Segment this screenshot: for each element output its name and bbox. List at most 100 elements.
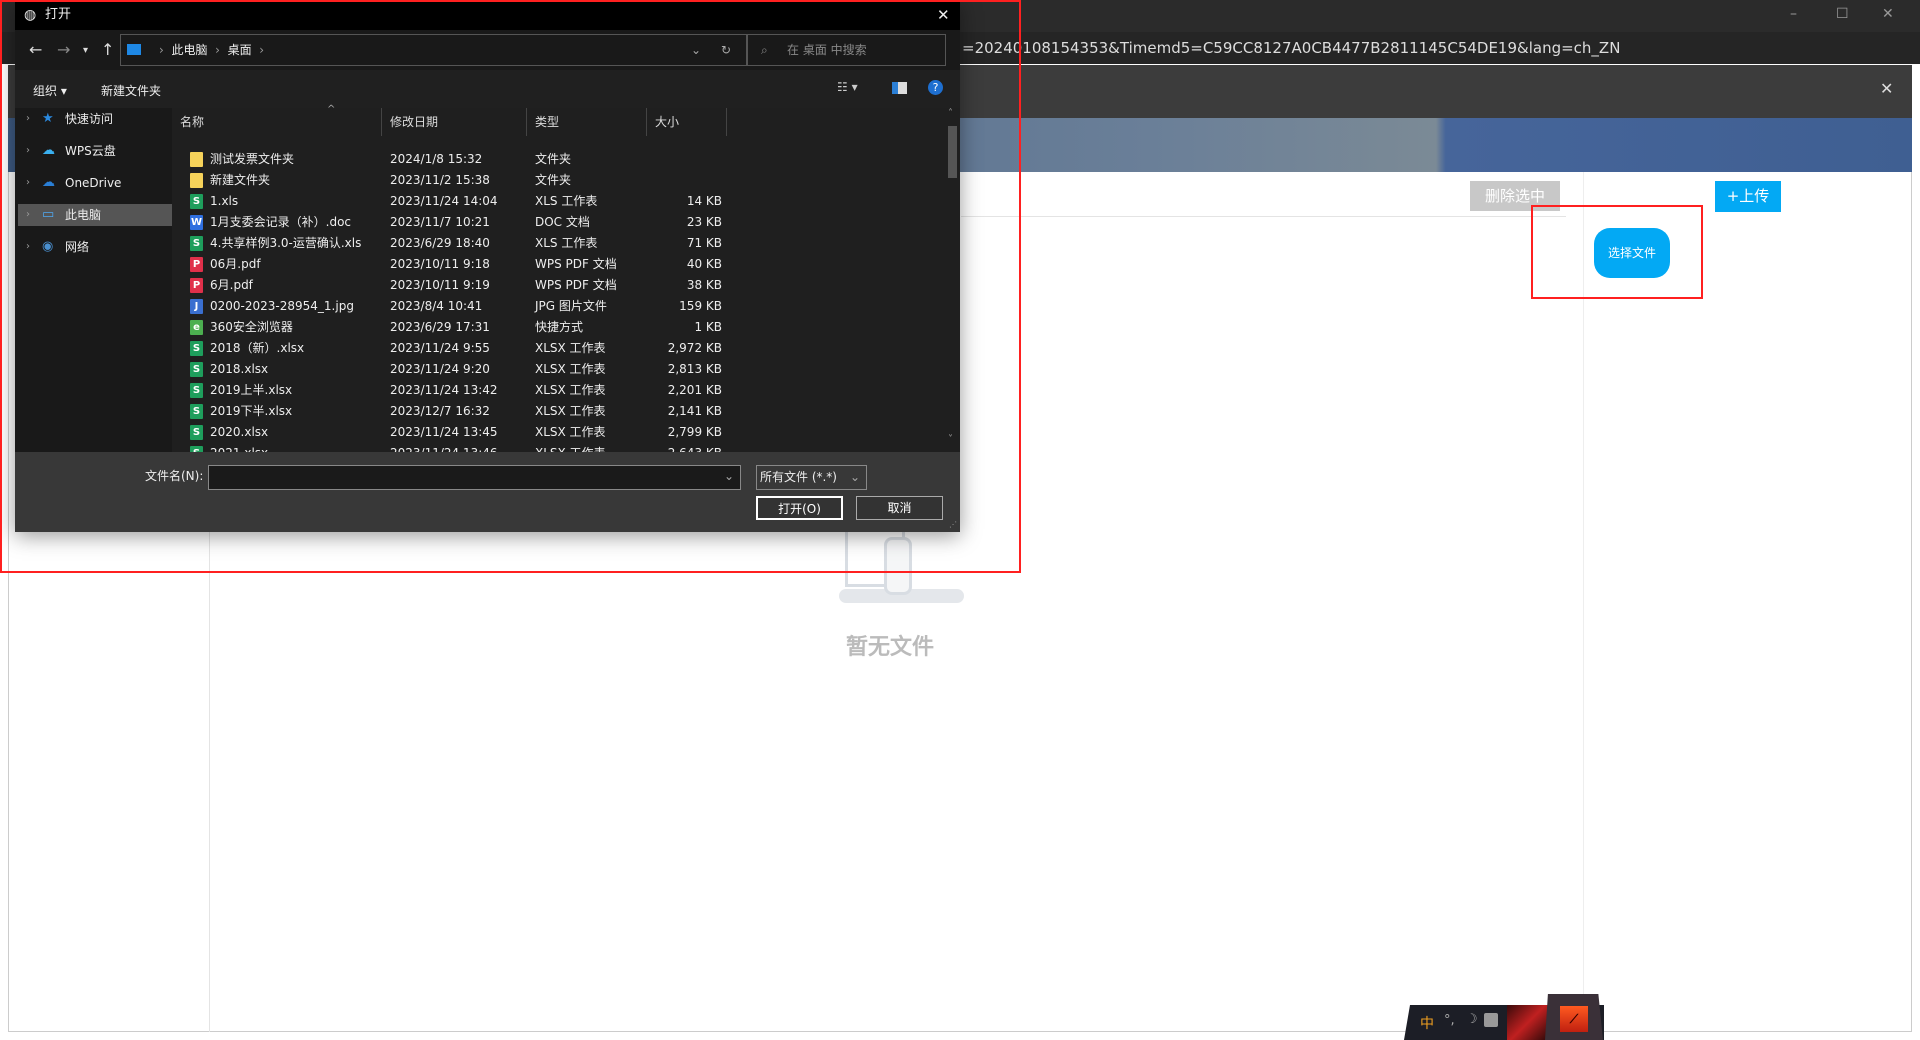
chevron-right-icon[interactable]: ›: [26, 108, 30, 130]
file-type: XLS 工作表: [535, 236, 598, 250]
file-list: 名称 ^ 修改日期 类型 大小 测试发票文件夹 2024/1/8 15:32 文件夹…: [172, 104, 960, 461]
file-size: 40 KB: [686, 257, 722, 271]
file-row[interactable]: W 1月支委会记录（补）.doc 2023/11/7 10:21 DOC 文档 23 K…: [172, 212, 942, 233]
resize-grip-icon[interactable]: ⋰: [949, 520, 957, 529]
file-icon: P: [190, 257, 203, 272]
chevron-down-icon[interactable]: ⌄: [691, 35, 701, 65]
file-type: 文件夹: [535, 173, 572, 187]
forward-arrow-icon[interactable]: →: [57, 40, 70, 59]
file-row[interactable]: e 360安全浏览器 2023/6/29 17:31 快捷方式 1 KB: [172, 317, 942, 338]
dialog-close-button[interactable]: ✕: [937, 0, 950, 30]
file-icon: P: [190, 278, 203, 293]
sidebar-item[interactable]: › ★ 快速访问: [18, 108, 173, 130]
filename-input[interactable]: ⌄: [208, 465, 741, 490]
file-row[interactable]: S 2020.xlsx 2023/11/24 13:45 XLSX 工作表 2,799 …: [172, 422, 942, 443]
file-type: XLSX 工作表: [535, 383, 606, 397]
help-icon[interactable]: ?: [928, 80, 943, 95]
preview-pane-icon[interactable]: [892, 82, 907, 94]
recent-dropdown-icon[interactable]: ▾: [83, 45, 88, 56]
sidebar-item[interactable]: › ☁ OneDrive: [18, 172, 173, 194]
search-input[interactable]: ⌕ 在 桌面 中搜索: [746, 34, 946, 66]
chevron-right-icon[interactable]: ›: [26, 204, 30, 226]
dota-logo: ⟋: [1560, 1006, 1588, 1032]
pc-icon: [127, 44, 141, 55]
up-arrow-icon[interactable]: ↑: [101, 40, 114, 59]
path-bar[interactable]: › 此电脑 › 桌面 › ⌄ ↻: [120, 34, 748, 66]
file-row[interactable]: 测试发票文件夹 2024/1/8 15:32 文件夹: [172, 149, 942, 170]
file-name: 2020.xlsx: [210, 425, 269, 439]
url-text: =20240108154353&Timemd5=C59CC8127A0CB447…: [962, 39, 1621, 57]
dota-icon[interactable]: ⟋: [1545, 994, 1603, 1040]
vertical-scrollbar[interactable]: ˄ ˅: [945, 108, 960, 452]
file-row[interactable]: 新建文件夹 2023/11/2 15:38 文件夹: [172, 170, 942, 191]
search-placeholder: 在 桌面 中搜索: [787, 43, 867, 57]
chevron-right-icon[interactable]: ›: [26, 172, 30, 194]
navigation-pane: › ★ 快速访问 › ☁ WPS云盘 › ☁ OneDrive › ▭ 此电脑 › ◉ 网络: [15, 108, 173, 452]
maximize-button[interactable]: ☐: [1836, 6, 1849, 22]
new-folder-button[interactable]: 新建文件夹: [101, 82, 161, 99]
skin-icon[interactable]: [1484, 1013, 1498, 1027]
file-type: XLSX 工作表: [535, 425, 606, 439]
minimize-button[interactable]: –: [1790, 6, 1797, 22]
chevron-down-icon[interactable]: ⌄: [724, 469, 734, 483]
column-header-date[interactable]: 修改日期: [382, 108, 527, 136]
dialog-titlebar: ◍ 打开 ✕: [15, 0, 960, 30]
file-type: XLSX 工作表: [535, 341, 606, 355]
open-button[interactable]: 打开(O): [756, 496, 843, 520]
sidebar-item-icon: ☁: [42, 175, 55, 190]
file-row[interactable]: S 4.共享样例3.0-运营确认.xls 2023/6/29 18:40 XLS 工作…: [172, 233, 942, 254]
breadcrumb-item[interactable]: 桌面: [228, 43, 252, 57]
file-row[interactable]: P 06月.pdf 2023/10/11 9:18 WPS PDF 文档 40 KB: [172, 254, 942, 275]
window-close-button[interactable]: ✕: [1882, 6, 1894, 22]
sidebar-item[interactable]: › ☁ WPS云盘: [18, 140, 173, 162]
file-row[interactable]: S 2019上半.xlsx 2023/11/24 13:42 XLSX 工作表 2,20…: [172, 380, 942, 401]
divider: [961, 216, 1566, 217]
file-row[interactable]: S 2018.xlsx 2023/11/24 9:20 XLSX 工作表 2,813 K…: [172, 359, 942, 380]
file-icon: e: [190, 320, 203, 335]
sidebar-item[interactable]: › ▭ 此电脑: [18, 204, 173, 226]
file-type: XLS 工作表: [535, 194, 598, 208]
organize-button[interactable]: 组织 ▾: [33, 82, 67, 99]
column-header-size[interactable]: 大小: [647, 108, 727, 136]
sidebar-item-icon: ★: [42, 111, 54, 126]
ime-mode-button[interactable]: 中: [1420, 1013, 1434, 1033]
view-options-icon[interactable]: ☷ ▾: [837, 80, 858, 94]
file-row[interactable]: P 6月.pdf 2023/10/11 9:19 WPS PDF 文档 38 KB: [172, 275, 942, 296]
chevron-right-icon[interactable]: ›: [26, 236, 30, 258]
file-date: 2023/6/29 18:40: [390, 236, 490, 250]
file-icon: S: [190, 383, 203, 398]
refresh-icon[interactable]: ↻: [721, 35, 731, 65]
file-name: 0200-2023-28954_1.jpg: [210, 299, 354, 313]
moon-icon[interactable]: ☽: [1466, 1012, 1478, 1027]
file-icon: S: [190, 341, 203, 356]
file-icon: S: [190, 362, 203, 377]
file-row[interactable]: S 1.xls 2023/11/24 14:04 XLS 工作表 14 KB: [172, 191, 942, 212]
upload-button[interactable]: +上传: [1715, 181, 1781, 212]
file-size: 2,972 KB: [667, 341, 722, 355]
dialog-toolbar: 组织 ▾ 新建文件夹 ☷ ▾ ?: [15, 70, 960, 108]
file-name: 1.xls: [210, 194, 239, 208]
file-name: 2018（新）.xlsx: [210, 341, 305, 355]
back-arrow-icon[interactable]: ←: [29, 40, 42, 59]
scroll-up-icon[interactable]: ˄: [948, 108, 953, 119]
scroll-down-icon[interactable]: ˅: [948, 434, 953, 445]
file-name: 新建文件夹: [210, 173, 271, 187]
file-icon: S: [190, 236, 203, 251]
cancel-button[interactable]: 取消: [856, 496, 943, 520]
punct-button[interactable]: °,: [1444, 1013, 1455, 1028]
column-header-type[interactable]: 类型: [527, 108, 647, 136]
delete-selected-button[interactable]: 删除选中: [1470, 181, 1560, 211]
chevron-right-icon[interactable]: ›: [26, 140, 30, 162]
breadcrumb-item[interactable]: 此电脑: [171, 43, 207, 57]
sidebar-item[interactable]: › ◉ 网络: [18, 236, 173, 258]
file-row[interactable]: S 2018（新）.xlsx 2023/11/24 9:55 XLSX 工作表 2,97…: [172, 338, 942, 359]
file-date: 2023/6/29 17:31: [390, 320, 490, 334]
file-type-select[interactable]: 所有文件 (*.*) ⌄: [756, 465, 867, 490]
file-row[interactable]: J 0200-2023-28954_1.jpg 2023/8/4 10:41 JPG …: [172, 296, 942, 317]
modal-close-button[interactable]: ✕: [1880, 79, 1893, 98]
scrollbar-thumb[interactable]: [948, 126, 957, 178]
file-row[interactable]: S 2019下半.xlsx 2023/12/7 16:32 XLSX 工作表 2,141…: [172, 401, 942, 422]
choose-file-button[interactable]: 选择文件: [1594, 228, 1670, 278]
file-type: XLSX 工作表: [535, 362, 606, 376]
column-header-name[interactable]: 名称: [172, 108, 382, 136]
